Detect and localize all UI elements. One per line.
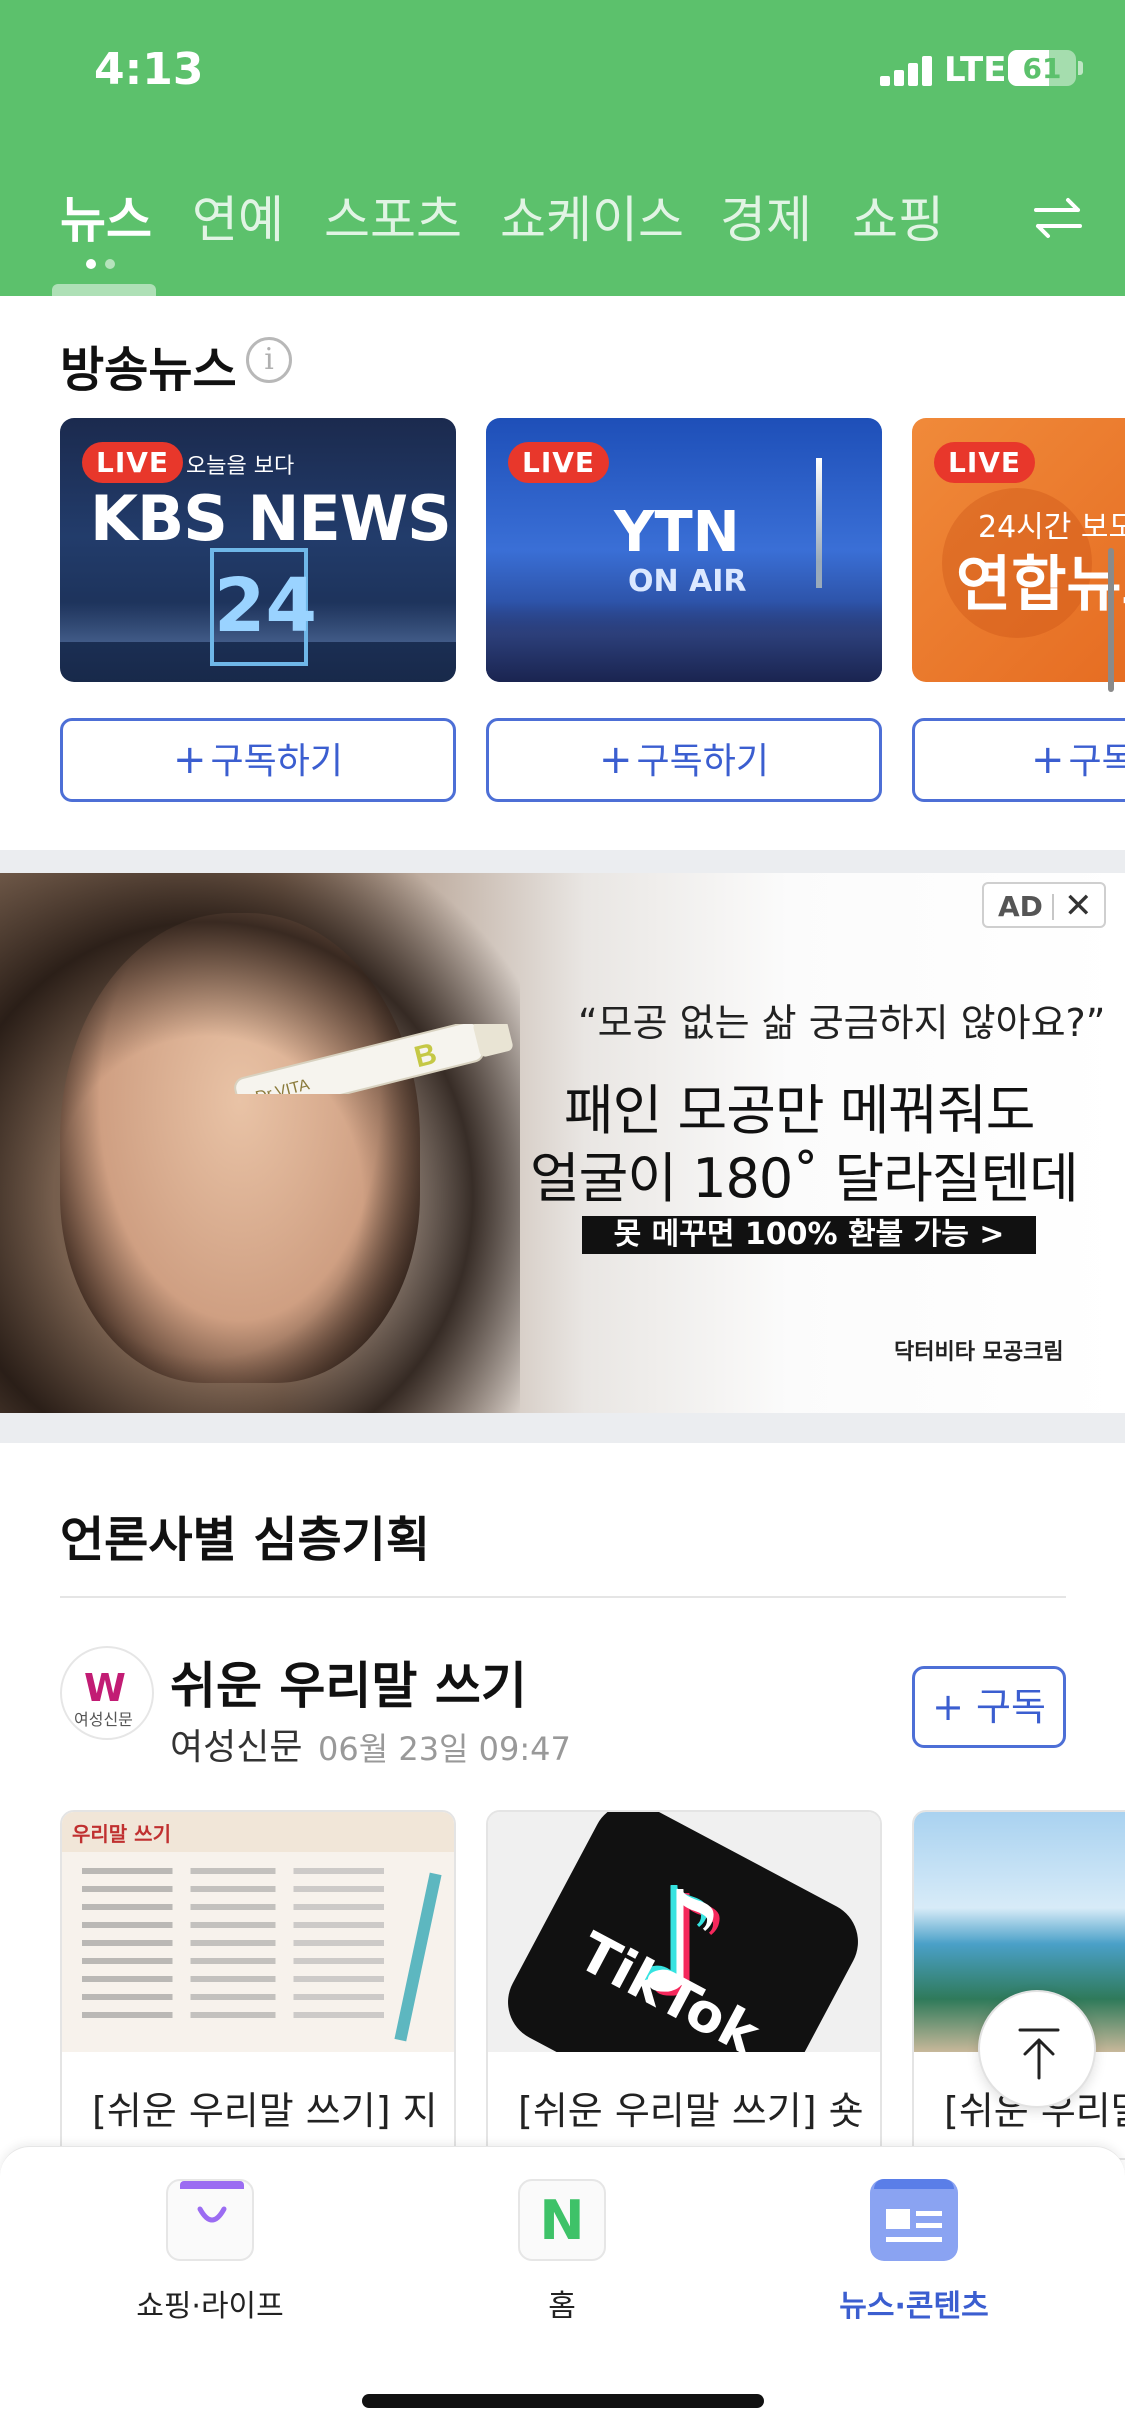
section-divider [0,1413,1125,1443]
battery-level: 61 [1022,52,1062,85]
article-title: [쉬운 우리말 쓰기] 지 [92,2089,438,2133]
swap-arrows-icon[interactable] [1030,190,1086,246]
ad-brand: 닥터비타 모공크림 [894,1340,1064,1365]
live-card-kbs[interactable]: LIVE 오늘을 보다 KBS NEWS 24 [60,418,456,682]
nav-shopping-life[interactable]: 쇼핑·라이프 [80,2147,340,2347]
close-icon[interactable]: ✕ [1064,886,1093,926]
top-header: 4:13 LTE 61 뉴스 연예 스포츠 쇼케이스 경제 쇼핑 [0,0,1125,296]
naver-n-icon: N [518,2179,606,2261]
tab-page-dots [86,254,124,273]
article-thumbnail: ♪ TikTok [488,1812,880,2052]
scroll-to-top-button[interactable] [978,1990,1096,2108]
tower-image [816,458,822,588]
kbs-24-logo: 24 [210,548,317,666]
scroll-indicator [1108,548,1114,692]
home-indicator [362,2394,764,2408]
publish-date: 06월 23일 09:47 [318,1730,571,1768]
article-card[interactable]: 우리말 쓰기 [쉬운 우리말 쓰기] 지 [60,1810,456,2160]
subscribe-button-press[interactable]: + 구독 [912,1666,1066,1748]
ad-headline-2: 얼굴이 180˚ 달라질텐데 [530,1147,1079,1210]
tab-economy[interactable]: 경제 [720,180,812,252]
tab-shopping[interactable]: 쇼핑 [852,180,944,252]
article-card[interactable]: ♪ TikTok [쉬운 우리말 쓰기] 숏 [486,1810,882,2160]
ad-label: AD [998,890,1043,923]
ad-cta-banner[interactable]: 못 메꾸면 100% 환불 가능 > [582,1216,1036,1254]
nav-home[interactable]: N 홈 [432,2147,692,2347]
tab-showcase[interactable]: 쇼케이스 [500,180,684,252]
press-logo-name: 여성신문 [74,1710,133,1729]
ad-quote: “모공 없는 삶 궁금하지 않아요?” [578,1001,1106,1045]
press-logo[interactable]: W 여성신문 [60,1646,154,1740]
tab-entertainment[interactable]: 연예 [192,180,284,252]
yonhap-logo: 연합뉴스 [956,550,1125,620]
live-badge: LIVE [82,442,184,483]
info-icon[interactable]: i [246,337,292,383]
subscribe-button-yonhap[interactable]: +구독하기 [912,718,1125,802]
battery-cap [1078,61,1083,75]
subscribe-button-ytn[interactable]: + 구독하기 [486,718,882,802]
tab-news[interactable]: 뉴스 [60,180,152,252]
subscribe-button-kbs[interactable]: + 구독하기 [60,718,456,802]
nav-label: 뉴스·콘텐츠 [839,2289,989,2324]
section-rule [60,1596,1066,1598]
nav-news-content[interactable]: 뉴스·콘텐츠 [784,2147,1044,2347]
signal-icon [880,56,936,86]
thumb-header-label: 우리말 쓰기 [72,1822,171,1846]
press-name[interactable]: 여성신문 [170,1718,302,1770]
ad-badge[interactable]: AD ✕ [982,882,1106,928]
live-card-yonhap[interactable]: LIVE 24시간 보도 연합뉴스 [912,418,1125,682]
section-divider [0,850,1125,873]
news-card-icon [870,2179,958,2261]
series-title[interactable]: 쉬운 우리말 쓰기 [170,1646,527,1718]
ad-model-hair [0,873,520,1413]
live-badge: LIVE [508,442,610,483]
city-night-image [486,602,882,682]
pen-image [394,1872,442,2042]
kbs-tagline: 오늘을 보다 [186,454,295,479]
article-thumbnail: 우리말 쓰기 [62,1812,454,2052]
status-time: 4:13 [94,44,204,95]
battery-icon: 61 [1008,50,1076,86]
live-badge: LIVE [934,442,1036,483]
network-type: LTE [944,50,1007,90]
tab-sports[interactable]: 스포츠 [324,180,462,252]
article-title: [쉬운 우리말 쓰기] 숏 [518,2089,864,2133]
nav-label: 쇼핑·라이프 [136,2289,284,2324]
nav-label: 홈 [548,2289,576,2324]
shopping-bag-icon [166,2179,254,2261]
press-section-title: 언론사별 심층기획 [60,1512,430,1568]
cream-tube-image: Dr.VITA B [234,1024,513,1094]
broadcast-news-title: 방송뉴스 [60,342,237,398]
category-tabs: 뉴스 연예 스포츠 쇼케이스 경제 쇼핑 [0,180,1125,260]
active-tab-indicator [52,284,156,296]
bottom-navigation: 쇼핑·라이프 N 홈 뉴스·콘텐츠 [0,2146,1125,2436]
arrow-up-icon [1018,2028,1060,2080]
ytn-on-air: ON AIR [628,564,747,599]
press-logo-mark: W [84,1666,126,1710]
live-card-ytn[interactable]: LIVE YTN ON AIR [486,418,882,682]
ytn-logo: YTN [614,500,740,565]
kbs-logo: KBS NEWS [90,482,452,555]
